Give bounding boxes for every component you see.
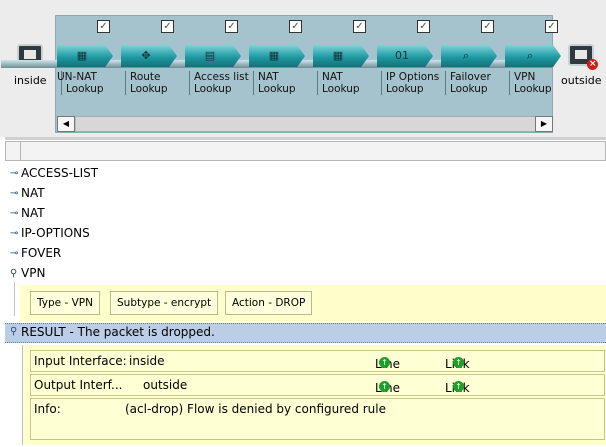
output-interface-label: Output Interf...: [34, 378, 123, 392]
info-row: Info: (acl-drop) Flow is denied by confi…: [30, 398, 605, 440]
collapsed-node-icon[interactable]: ⊸: [10, 188, 21, 199]
stage-label: Access list Lookup: [189, 71, 254, 95]
link-up-icon: ↑: [453, 381, 464, 392]
source-interface-label: inside: [14, 74, 47, 87]
magnifier-icon: ⌕: [462, 49, 470, 62]
stage-label: UN-NAT Lookup: [57, 71, 126, 95]
tree-node-nat[interactable]: ⊸ NAT: [10, 204, 45, 222]
tree-node-access-list[interactable]: ⊸ ACCESS-LIST: [10, 164, 98, 182]
destination-interface-label: outside: [561, 74, 602, 87]
scroll-left-button[interactable]: ◀: [57, 116, 75, 132]
tree-node-ip-options[interactable]: ⊸ IP-OPTIONS: [10, 224, 90, 242]
magnifier-icon: ⌕: [526, 49, 534, 62]
tree-node-label: ACCESS-LIST: [21, 166, 99, 180]
input-interface-label: Input Interface:: [34, 354, 127, 368]
stage-checkbox[interactable]: ✓: [417, 20, 430, 33]
tree-header: [5, 141, 606, 161]
result-label: RESULT - The packet is dropped.: [21, 325, 215, 339]
stage-label: Route Lookup: [125, 71, 190, 95]
splitter[interactable]: [5, 137, 606, 140]
vpn-subtype: Subtype - encrypt: [110, 291, 219, 315]
input-interface-value: inside: [129, 354, 165, 368]
stage-label: NAT Lookup: [253, 71, 318, 95]
collapsed-node-icon[interactable]: ⊸: [10, 248, 21, 259]
drop-x-icon: ×: [587, 59, 599, 70]
stage-checkbox[interactable]: ✓: [225, 20, 238, 33]
router-icon: ✥: [141, 49, 151, 62]
collapsed-node-icon[interactable]: ⊸: [10, 228, 21, 239]
result-node[interactable]: ⚲ RESULT - The packet is dropped.: [5, 323, 606, 343]
tree-node-label: NAT: [21, 186, 45, 200]
expanded-node-icon[interactable]: ⚲: [10, 268, 21, 279]
info-label: Info:: [34, 402, 61, 416]
horizontal-scrollbar[interactable]: [76, 116, 535, 132]
collapsed-node-icon[interactable]: ⊸: [10, 208, 21, 219]
ip-options-icon: 01: [395, 49, 409, 62]
wall-icon: ▦: [268, 49, 280, 62]
line-up-icon: ↑: [379, 381, 390, 392]
vpn-details-panel: Type - VPN Subtype - encrypt Action - DR…: [20, 285, 606, 321]
wall-icon: ▦: [332, 49, 344, 62]
info-value: (acl-drop) Flow is denied by configured …: [125, 402, 386, 416]
tree-connector: [14, 282, 15, 316]
tree-node-label: VPN: [21, 266, 46, 280]
stage-checkbox[interactable]: ✓: [545, 20, 558, 33]
scroll-right-button[interactable]: ▶: [535, 116, 553, 132]
stage-checkbox[interactable]: ✓: [97, 20, 110, 33]
tree-node-label: FOVER: [21, 246, 62, 260]
stage-checkbox[interactable]: ✓: [481, 20, 494, 33]
link-up-icon: ↑: [453, 357, 464, 368]
tree-node-vpn[interactable]: ⚲ VPN: [10, 264, 45, 282]
access-list-icon: ▤: [204, 49, 216, 62]
stage-label: Failover Lookup: [445, 71, 510, 95]
stage-checkbox[interactable]: ✓: [289, 20, 302, 33]
tree-node-label: IP-OPTIONS: [21, 226, 90, 240]
input-interface-row: Input Interface: inside Line↑ Link↑: [30, 350, 605, 372]
network-card-icon: ×: [568, 44, 599, 70]
output-interface-row: Output Interf... outside Line↑ Link↑: [30, 374, 605, 396]
destination-interface[interactable]: × outside: [561, 44, 602, 87]
tree-node-nat[interactable]: ⊸ NAT: [10, 184, 45, 202]
stage-checkbox[interactable]: ✓: [161, 20, 174, 33]
tree-node-label: NAT: [21, 206, 45, 220]
vpn-type: Type - VPN: [30, 291, 100, 315]
expanded-node-icon: ⚲: [10, 326, 18, 337]
stage-checkbox[interactable]: ✓: [353, 20, 366, 33]
tree-node-fover[interactable]: ⊸ FOVER: [10, 244, 61, 262]
line-up-icon: ↑: [379, 357, 390, 368]
stage-label: IP Options Lookup: [381, 71, 446, 95]
vpn-action: Action - DROP: [225, 291, 313, 315]
tree-header-divider: [20, 142, 21, 160]
stage-label: NAT Lookup: [317, 71, 382, 95]
collapsed-node-icon[interactable]: ⊸: [10, 168, 21, 179]
wall-icon: ▦: [76, 49, 88, 62]
output-interface-value: outside: [143, 378, 188, 392]
packet-flow-diagram: inside ✓ ▦ UN-NAT Lookup ✓ ✥ Route Lookup ✓ ▤ Ac…: [0, 0, 606, 137]
